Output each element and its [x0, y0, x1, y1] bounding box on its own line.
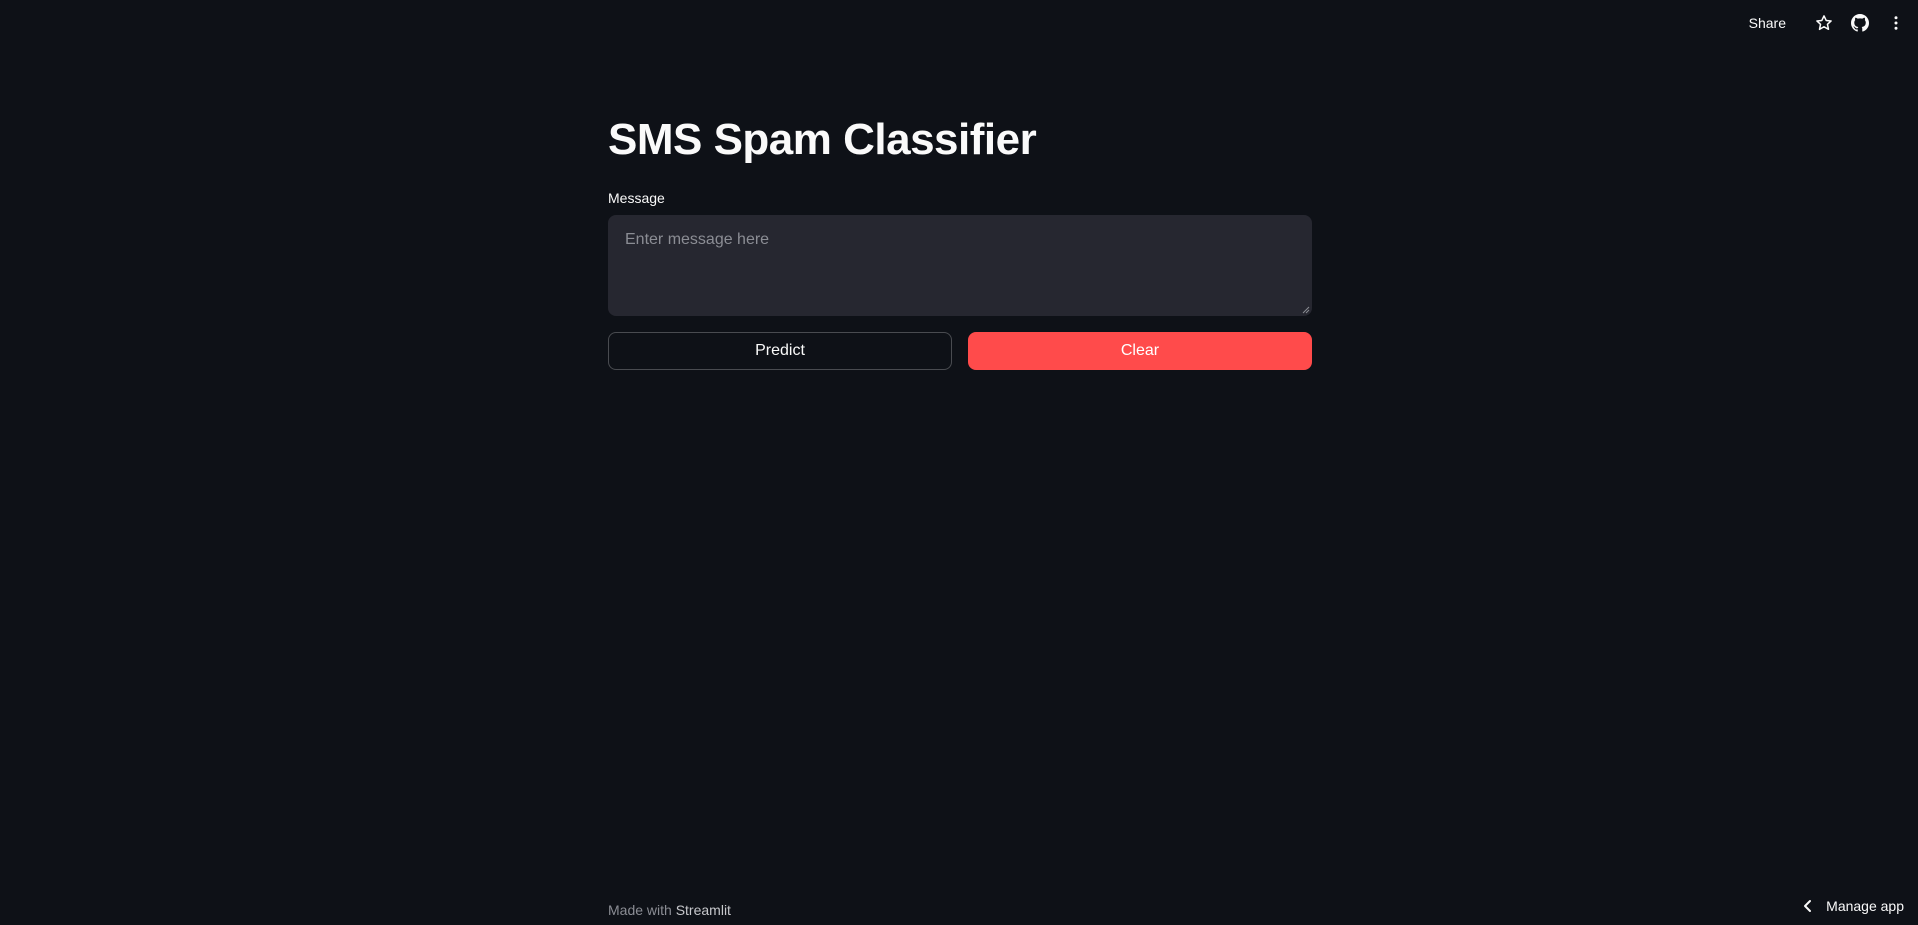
predict-button[interactable]: Predict [608, 332, 952, 370]
message-label: Message [608, 190, 665, 206]
star-icon[interactable] [1810, 10, 1838, 36]
message-field-container [608, 215, 1312, 316]
clear-button[interactable]: Clear [968, 332, 1312, 370]
manage-app-label: Manage app [1826, 898, 1904, 914]
page-title: SMS Spam Classifier [608, 115, 1037, 164]
more-vertical-icon[interactable] [1882, 10, 1910, 36]
button-row: Predict Clear [608, 332, 1312, 370]
share-button[interactable]: Share [1741, 11, 1794, 35]
streamlit-link[interactable]: Streamlit [676, 902, 731, 918]
resize-handle-icon[interactable] [1302, 306, 1310, 314]
app-root: Share SMS Spam Classifier Message Enter … [0, 0, 1918, 925]
chevron-left-icon [1804, 900, 1812, 912]
footer: Made with Streamlit [608, 901, 731, 919]
top-toolbar: Share [1741, 10, 1910, 36]
made-with-text: Made with [608, 902, 672, 918]
manage-app-button[interactable]: Manage app [1802, 898, 1904, 914]
github-icon[interactable] [1846, 10, 1874, 36]
message-textarea[interactable] [608, 215, 1312, 316]
main-content: SMS Spam Classifier Message Predict Clea… [608, 108, 1312, 370]
